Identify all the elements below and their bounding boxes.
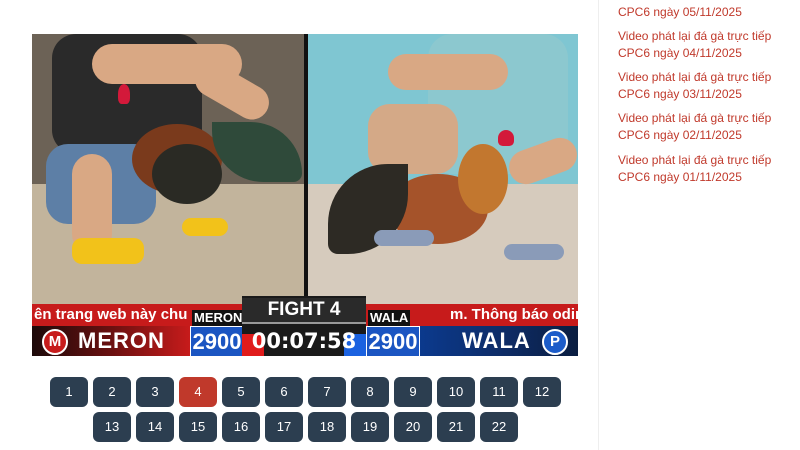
fight-info-box: FIGHT 4 00:07:58 xyxy=(242,296,366,356)
replay-link[interactable]: Video phát lại đá gà trực tiếp CPC6 ngày… xyxy=(618,69,788,103)
video-player[interactable]: ên trang web này chu m. Thông báo odina2… xyxy=(32,34,578,356)
page-button[interactable]: 1 xyxy=(50,377,88,407)
page-button[interactable]: 12 xyxy=(523,377,561,407)
replay-link[interactable]: Video phát lại đá gà trực tiếp CPC6 ngày… xyxy=(618,110,788,144)
page-button[interactable]: 14 xyxy=(136,412,174,442)
meron-m-icon: M xyxy=(42,329,68,355)
wala-p-icon: P xyxy=(542,329,568,355)
page-button[interactable]: 2 xyxy=(93,377,131,407)
page-button[interactable]: 20 xyxy=(394,412,432,442)
page-button[interactable]: 5 xyxy=(222,377,260,407)
replay-link-line1: CPC6 ngày 05/11/2025 xyxy=(618,5,742,19)
fight-title: FIGHT 4 xyxy=(242,298,366,324)
replay-link-line2: CPC6 ngày 02/11/2025 xyxy=(618,128,742,142)
page-button[interactable]: 3 xyxy=(136,377,174,407)
page-button[interactable]: 17 xyxy=(265,412,303,442)
replay-link-line1: Video phát lại đá gà trực tiếp xyxy=(618,153,772,167)
wala-bet-value: 2900 xyxy=(366,326,420,356)
page-button[interactable]: 13 xyxy=(93,412,131,442)
meron-bet-value: 2900 xyxy=(190,326,244,356)
meron-tag: MERON xyxy=(192,310,245,326)
replay-link-line2: CPC6 ngày 01/11/2025 xyxy=(618,170,742,184)
replay-link-line1: Video phát lại đá gà trực tiếp xyxy=(618,70,772,84)
replay-link[interactable]: Video phát lại đá gà trực tiếp CPC6 ngày… xyxy=(618,152,788,186)
replay-link[interactable]: Video phát lại đá gà trực tiếp CPC6 ngày… xyxy=(618,28,788,62)
replay-link-line1: Video phát lại đá gà trực tiếp xyxy=(618,29,772,43)
page-button[interactable]: 9 xyxy=(394,377,432,407)
page-button[interactable]: 11 xyxy=(480,377,518,407)
wala-label: WALA xyxy=(462,328,531,353)
replay-link-line1: Video phát lại đá gà trực tiếp xyxy=(618,111,772,125)
page-button[interactable]: 7 xyxy=(308,377,346,407)
ticker-text-left: ên trang web này chu xyxy=(34,306,188,323)
sidebar-divider xyxy=(598,0,599,450)
fight-timer: 00:07:58 xyxy=(251,329,357,353)
meron-label: MERON xyxy=(78,328,165,353)
camera-meron xyxy=(32,34,304,304)
replay-link-line2: CPC6 ngày 04/11/2025 xyxy=(618,46,742,60)
page-button[interactable]: 6 xyxy=(265,377,303,407)
page-button[interactable]: 10 xyxy=(437,377,475,407)
page-button[interactable]: 18 xyxy=(308,412,346,442)
page-button[interactable]: 22 xyxy=(480,412,518,442)
scoreboard: M MERON WALA P MERON WALA 2900 2900 FIGH… xyxy=(32,296,578,356)
camera-wala xyxy=(308,34,578,304)
page-button[interactable]: 15 xyxy=(179,412,217,442)
page-button[interactable]: 16 xyxy=(222,412,260,442)
page-button[interactable]: 19 xyxy=(351,412,389,442)
ticker-text-right: m. Thông báo odina2 xyxy=(450,306,578,323)
page-button[interactable]: 8 xyxy=(351,377,389,407)
replay-link-line2: CPC6 ngày 03/11/2025 xyxy=(618,87,742,101)
wala-tag: WALA xyxy=(368,310,411,326)
page-button-active[interactable]: 4 xyxy=(179,377,217,407)
replay-link[interactable]: CPC6 ngày 05/11/2025 xyxy=(618,4,788,21)
page-button[interactable]: 21 xyxy=(437,412,475,442)
